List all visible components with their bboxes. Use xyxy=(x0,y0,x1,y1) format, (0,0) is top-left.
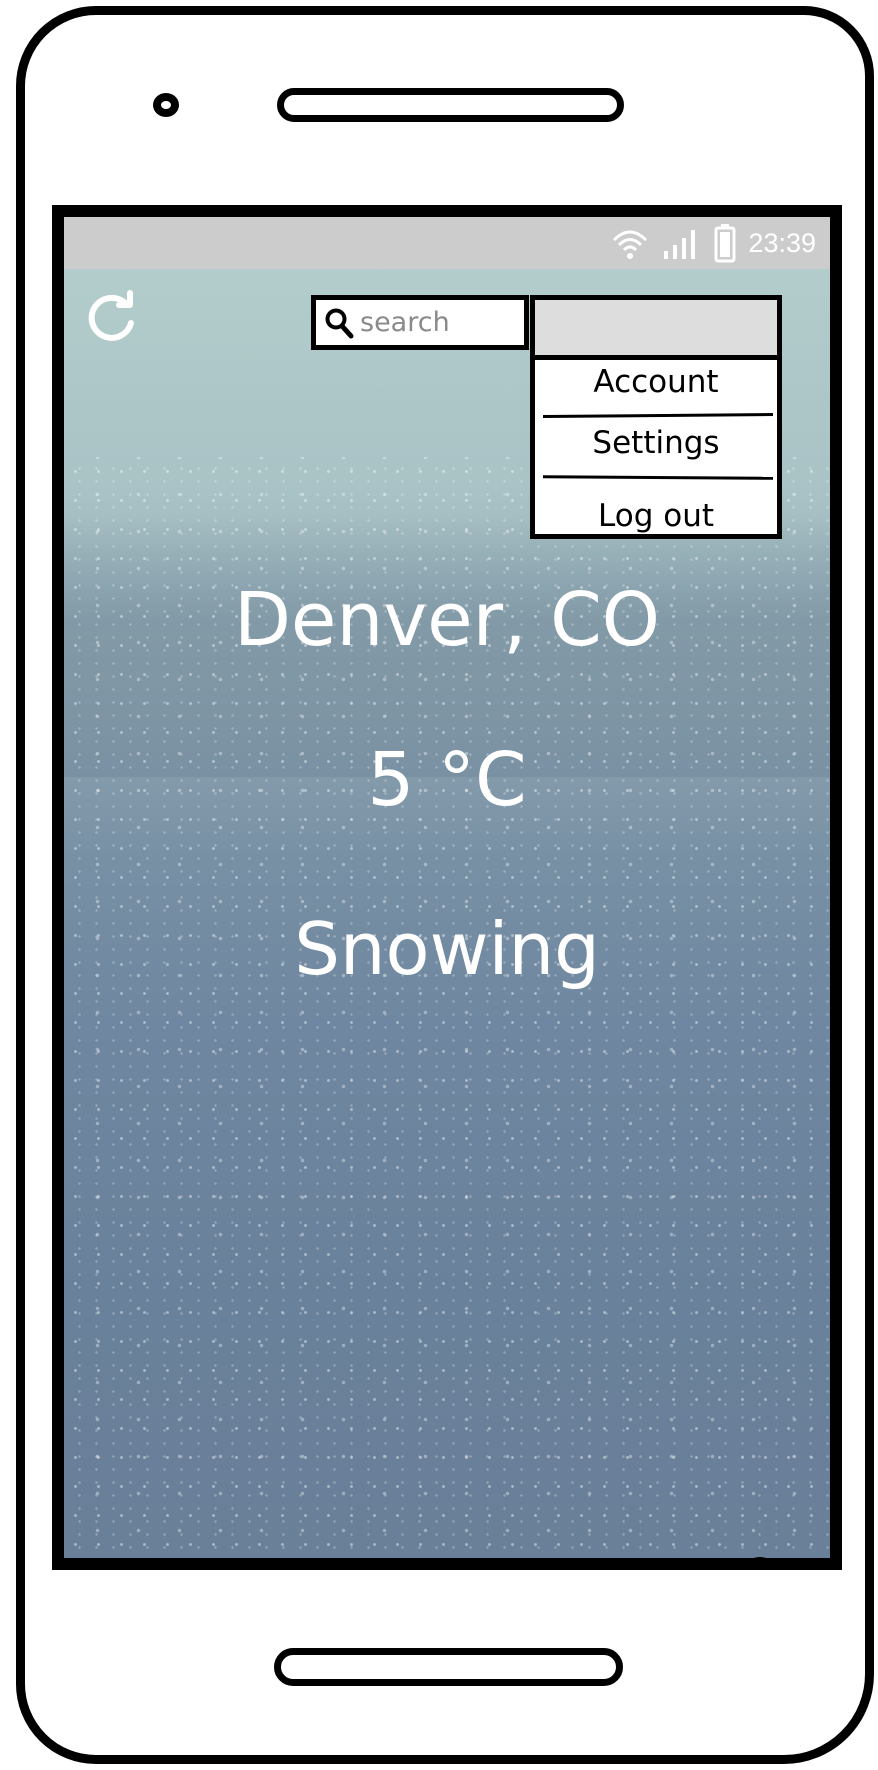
refresh-button[interactable] xyxy=(83,287,143,347)
screen-frame: 23:39 Account Settings Log out Denver, C… xyxy=(52,205,842,1570)
search-box[interactable] xyxy=(311,295,529,350)
dropdown-menu: Account Settings Log out xyxy=(530,295,782,539)
menu-divider xyxy=(542,412,774,419)
camera-icon xyxy=(153,93,179,117)
status-bar: 23:39 xyxy=(64,217,830,269)
signal-icon xyxy=(664,230,696,259)
refresh-icon xyxy=(88,290,134,341)
temperature-label: 5 °C xyxy=(367,737,527,823)
bottom-speaker xyxy=(274,1648,623,1686)
status-time: 23:39 xyxy=(748,227,816,258)
condition-label: Snowing xyxy=(294,907,600,991)
menu-item-settings[interactable]: Settings xyxy=(535,425,777,461)
search-input[interactable] xyxy=(360,307,510,338)
search-icon xyxy=(325,308,354,338)
menu-item-account[interactable]: Account xyxy=(535,364,777,400)
menu-item-log-out[interactable]: Log out xyxy=(535,498,777,534)
menu-header[interactable] xyxy=(535,300,777,360)
battery-icon xyxy=(714,224,736,263)
earpiece-speaker xyxy=(277,88,624,122)
menu-divider xyxy=(542,475,774,480)
weather-screen: 23:39 Account Settings Log out Denver, C… xyxy=(64,217,830,1558)
location-label: Denver, CO xyxy=(233,577,661,663)
wifi-icon xyxy=(613,230,648,259)
